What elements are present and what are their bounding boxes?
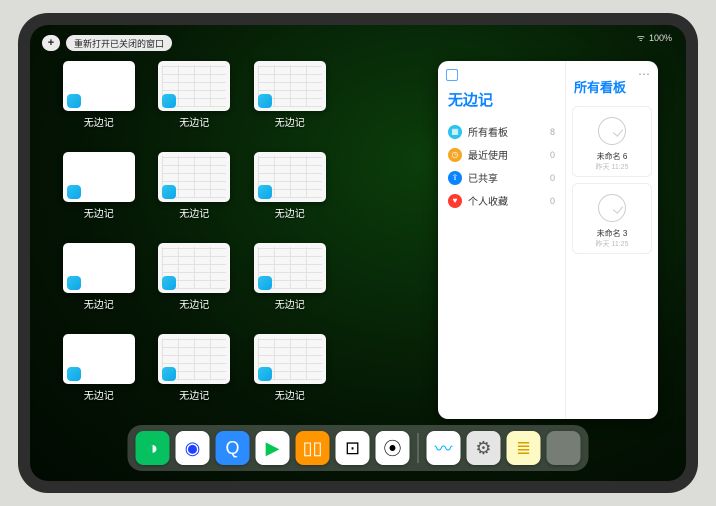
window-label: 无边记 [84, 296, 114, 311]
app-window[interactable]: 无边记 [249, 152, 331, 237]
window-label: 无边记 [84, 387, 114, 402]
row-icon: ▦ [448, 125, 462, 139]
window-thumbnail [158, 152, 230, 202]
board-date: 昨天 11:25 [596, 162, 629, 172]
board-card[interactable]: 未命名 6昨天 11:25 [572, 106, 652, 177]
window-thumbnail [158, 334, 230, 384]
tablet-frame: ᯤ 100% + 重新打开已关闭的窗口 无边记无边记无边记无边记无边记无边记无边… [18, 13, 698, 493]
settings-icon[interactable]: ⚙ [467, 431, 501, 465]
app-window[interactable]: 无边记 [154, 152, 236, 237]
panel-row[interactable]: ♥ 个人收藏 0 [446, 189, 557, 212]
board-thumb [584, 188, 640, 228]
window-label: 无边记 [179, 387, 209, 402]
row-label: 最近使用 [468, 147, 508, 162]
window-thumbnail [63, 152, 135, 202]
window-label: 无边记 [275, 387, 305, 402]
app-window[interactable]: 无边记 [58, 243, 140, 328]
screen: ᯤ 100% + 重新打开已关闭的窗口 无边记无边记无边记无边记无边记无边记无边… [30, 25, 686, 481]
window-label: 无边记 [275, 114, 305, 129]
panel-row[interactable]: ▦ 所有看板 8 [446, 120, 557, 143]
workspace: 无边记无边记无边记无边记无边记无边记无边记无边记无边记无边记无边记无边记 ⋯ 无… [58, 61, 658, 419]
dice-icon[interactable]: ⊡ [336, 431, 370, 465]
row-icon: ◷ [448, 148, 462, 162]
window-thumbnail [63, 61, 135, 111]
books-icon[interactable]: ▯▯ [296, 431, 330, 465]
board-card[interactable]: 未命名 3昨天 11:25 [572, 183, 652, 254]
row-label: 所有看板 [468, 124, 508, 139]
window-label: 无边记 [275, 205, 305, 220]
window-thumbnail [63, 243, 135, 293]
side-panel: ⋯ 无边记 ▦ 所有看板 8 ◷ 最近使用 0 ⇪ 已共享 0 ♥ 个人收藏 0 所有看板 未命名 6… [438, 61, 658, 419]
app-window[interactable]: 无边记 [58, 61, 140, 146]
app-window[interactable]: 无边记 [249, 334, 331, 419]
cluster-icon[interactable] [547, 431, 581, 465]
window-thumbnail [158, 61, 230, 111]
app-window[interactable]: 无边记 [249, 61, 331, 146]
board-name: 未命名 6 [597, 151, 628, 162]
app-window[interactable]: 无边记 [154, 243, 236, 328]
battery-label: 100% [649, 33, 672, 43]
panel-menu-button[interactable]: ⋯ [638, 67, 650, 81]
window-label: 无边记 [179, 205, 209, 220]
app-window[interactable]: 无边记 [154, 61, 236, 146]
row-label: 个人收藏 [468, 193, 508, 208]
tencent-video-icon[interactable]: ◉ [176, 431, 210, 465]
panel-row[interactable]: ⇪ 已共享 0 [446, 166, 557, 189]
barcode-icon[interactable]: ⦿ [376, 431, 410, 465]
dock: ◑◉Q▶▯▯⊡⦿ 〰⚙≣ [128, 425, 589, 471]
panel-right: 所有看板 未命名 6昨天 11:25未命名 3昨天 11:25 [566, 61, 658, 419]
qq-browser-icon[interactable]: Q [216, 431, 250, 465]
app-window[interactable]: 无边记 [249, 243, 331, 328]
panel-app-icon [446, 69, 458, 81]
row-label: 已共享 [468, 170, 498, 185]
notes-icon[interactable]: ≣ [507, 431, 541, 465]
new-window-button[interactable]: + [42, 35, 60, 51]
window-label: 无边记 [84, 114, 114, 129]
wifi-icon: ᯤ [637, 31, 645, 44]
row-count: 0 [550, 150, 555, 160]
panel-left: 无边记 ▦ 所有看板 8 ◷ 最近使用 0 ⇪ 已共享 0 ♥ 个人收藏 0 [438, 61, 566, 419]
window-thumbnail [254, 243, 326, 293]
app-window[interactable]: 无边记 [58, 152, 140, 237]
row-count: 0 [550, 196, 555, 206]
window-grid: 无边记无边记无边记无边记无边记无边记无边记无边记无边记无边记无边记无边记 [58, 61, 426, 419]
app-window[interactable]: 无边记 [58, 334, 140, 419]
window-thumbnail [254, 152, 326, 202]
window-label: 无边记 [84, 205, 114, 220]
reopen-closed-button[interactable]: 重新打开已关闭的窗口 [66, 35, 172, 51]
board-name: 未命名 3 [597, 228, 628, 239]
window-label: 无边记 [179, 296, 209, 311]
top-buttons: + 重新打开已关闭的窗口 [42, 35, 172, 51]
window-thumbnail [63, 334, 135, 384]
window-label: 无边记 [275, 296, 305, 311]
app-window[interactable]: 无边记 [154, 334, 236, 419]
panel-row[interactable]: ◷ 最近使用 0 [446, 143, 557, 166]
row-count: 8 [550, 127, 555, 137]
row-count: 0 [550, 173, 555, 183]
dock-separator [418, 433, 419, 463]
window-thumbnail [158, 243, 230, 293]
play-icon[interactable]: ▶ [256, 431, 290, 465]
board-thumb [584, 111, 640, 151]
panel-title: 无边记 [448, 89, 557, 110]
row-icon: ♥ [448, 194, 462, 208]
board-date: 昨天 11:25 [596, 239, 629, 249]
window-thumbnail [254, 61, 326, 111]
status-bar: ᯤ 100% [637, 31, 672, 44]
window-label: 无边记 [179, 114, 209, 129]
row-icon: ⇪ [448, 171, 462, 185]
wechat-icon[interactable]: ◑ [136, 431, 170, 465]
window-thumbnail [254, 334, 326, 384]
freeform-icon[interactable]: 〰 [427, 431, 461, 465]
